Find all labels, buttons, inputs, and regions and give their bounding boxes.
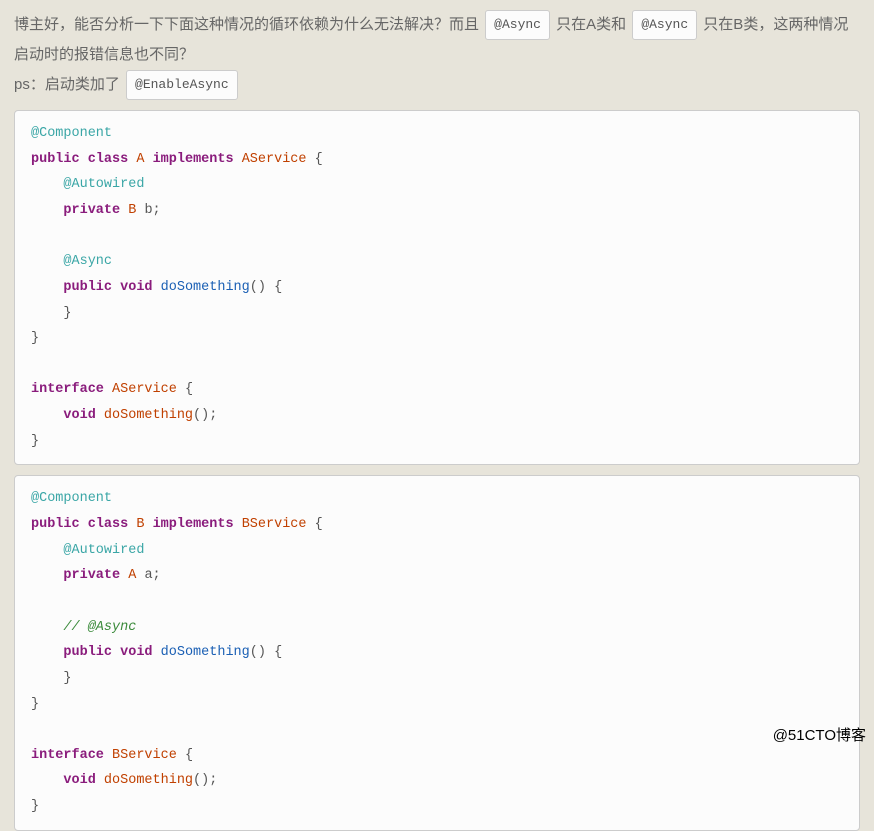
var-a: a;: [136, 568, 160, 583]
iface-end: ();: [193, 408, 217, 423]
brace-close: }: [63, 671, 71, 686]
watermark: @51CTO博客: [773, 724, 866, 745]
kw-private: private: [63, 203, 120, 218]
annotation-async: @Async: [63, 254, 112, 269]
class-a: A: [136, 152, 144, 167]
method-dosomething: doSomething: [161, 280, 250, 295]
annotation-component: @Component: [31, 491, 112, 506]
inline-code-enableasync: @EnableAsync: [126, 70, 238, 100]
kw-void2: void: [63, 408, 95, 423]
iface-method: doSomething: [104, 773, 193, 788]
var-b: b;: [136, 203, 160, 218]
iface-bservice: BService: [112, 748, 177, 763]
kw-void2: void: [63, 773, 95, 788]
type-bservice: BService: [242, 517, 307, 532]
code-block-a: @Component public class A implements ASe…: [14, 110, 860, 465]
inline-code-async-2: @Async: [632, 10, 697, 40]
brace-close: }: [31, 434, 39, 449]
comment-async: // @Async: [63, 620, 136, 635]
annotation-autowired: @Autowired: [63, 177, 144, 192]
brace: {: [315, 517, 323, 532]
question-text: 博主好，能否分析一下下面这种情况的循环依赖为什么无法解决？而且 @Async 只…: [14, 10, 860, 100]
kw-implements: implements: [153, 517, 234, 532]
annotation-autowired: @Autowired: [63, 543, 144, 558]
q-part2: 只在A类和: [552, 16, 630, 33]
kw-interface: interface: [31, 748, 104, 763]
kw-class: class: [88, 517, 129, 532]
q-part1: 博主好，能否分析一下下面这种情况的循环依赖为什么无法解决？而且: [14, 16, 483, 33]
kw-public: public: [31, 152, 80, 167]
iface-aservice: AService: [112, 382, 177, 397]
brace-close: }: [31, 331, 39, 346]
iface-method: doSomething: [104, 408, 193, 423]
kw-public2: public: [63, 645, 112, 660]
kw-public2: public: [63, 280, 112, 295]
code-block-b: @Component public class B implements BSe…: [14, 475, 860, 830]
brace-close: }: [31, 799, 39, 814]
kw-void: void: [120, 280, 152, 295]
kw-public: public: [31, 517, 80, 532]
brace-close: }: [63, 306, 71, 321]
iface-end: ();: [193, 773, 217, 788]
kw-void: void: [120, 645, 152, 660]
type-aservice: AService: [242, 152, 307, 167]
inline-code-async-1: @Async: [485, 10, 550, 40]
kw-interface: interface: [31, 382, 104, 397]
method-dosomething: doSomething: [161, 645, 250, 660]
kw-class: class: [88, 152, 129, 167]
iface-open: {: [177, 382, 193, 397]
method-body-open: () {: [250, 645, 282, 660]
brace: {: [315, 152, 323, 167]
kw-private: private: [63, 568, 120, 583]
class-b: B: [136, 517, 144, 532]
annotation-component: @Component: [31, 126, 112, 141]
iface-open: {: [177, 748, 193, 763]
kw-implements: implements: [153, 152, 234, 167]
q-ps: ps：启动类加了: [14, 76, 124, 93]
method-body-open: () {: [250, 280, 282, 295]
brace-close: }: [31, 697, 39, 712]
